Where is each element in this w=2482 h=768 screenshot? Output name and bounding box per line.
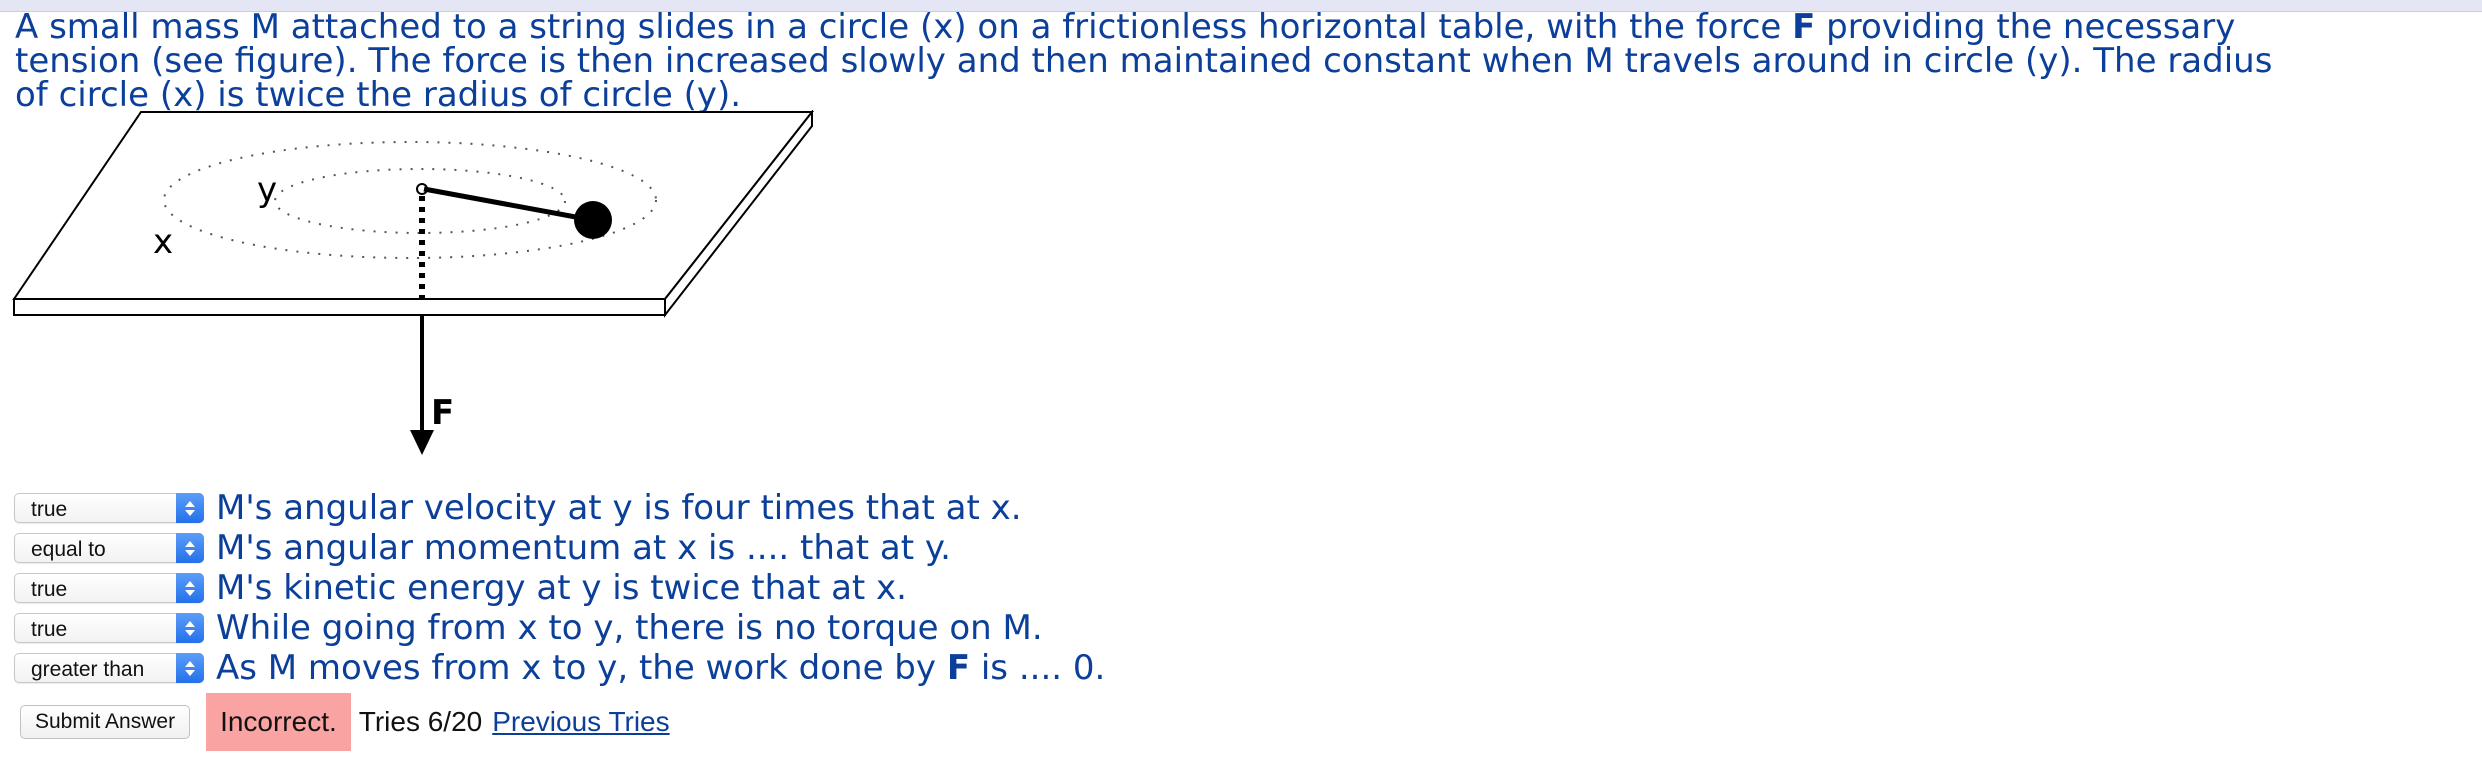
statement-row: greater than As M moves from x to y, the… xyxy=(14,648,1105,688)
answer-select-value: greater than xyxy=(31,658,145,681)
result-badge: Incorrect. xyxy=(206,693,351,751)
answer-select-value: true xyxy=(31,578,68,601)
table-front-edge xyxy=(13,298,666,316)
tries-count: Tries 6/20 xyxy=(358,706,483,737)
answer-actions: Submit Answer Incorrect. Tries 6/20 Prev… xyxy=(20,693,670,751)
answer-select-value: true xyxy=(31,498,68,521)
previous-tries-link[interactable]: Previous Tries xyxy=(492,706,669,738)
select-arrows-icon xyxy=(176,613,204,643)
select-arrows-icon xyxy=(176,653,204,683)
statement-text: M's angular velocity at y is four times … xyxy=(216,488,1022,528)
answer-select-value: equal to xyxy=(31,538,106,561)
statement-force-symbol: F xyxy=(946,648,971,688)
label-x: x xyxy=(153,222,173,262)
statement-row: true M's kinetic energy at y is twice th… xyxy=(14,568,1105,608)
statement-text: As M moves from x to y, the work done by… xyxy=(216,648,1105,688)
statement-row: equal to M's angular momentum at x is ..… xyxy=(14,528,1105,568)
label-force: F xyxy=(431,393,454,433)
question-text: A small mass M attached to a string slid… xyxy=(15,10,2465,112)
force-arrow-head xyxy=(410,430,434,455)
statement-text: M's angular momentum at x is .... that a… xyxy=(216,528,951,568)
answer-select-value: true xyxy=(31,618,68,641)
submit-answer-button[interactable]: Submit Answer xyxy=(20,705,191,739)
answer-select-4[interactable]: true xyxy=(14,613,204,643)
answer-select-5[interactable]: greater than xyxy=(14,653,204,683)
select-arrows-icon xyxy=(176,533,204,563)
statement-text: While going from x to y, there is no tor… xyxy=(216,608,1043,648)
statement-text-before: As M moves from x to y, the work done by xyxy=(216,648,947,688)
select-arrows-icon xyxy=(176,573,204,603)
mass-m xyxy=(574,201,612,239)
select-arrows-icon xyxy=(176,493,204,523)
physics-figure: x y F xyxy=(12,110,815,455)
statement-row: true M's angular velocity at y is four t… xyxy=(14,488,1105,528)
answer-select-1[interactable]: true xyxy=(14,493,204,523)
answer-select-3[interactable]: true xyxy=(14,573,204,603)
answer-select-2[interactable]: equal to xyxy=(14,533,204,563)
label-y: y xyxy=(257,170,277,210)
statement-text: M's kinetic energy at y is twice that at… xyxy=(216,568,907,608)
statement-list: true M's angular velocity at y is four t… xyxy=(14,488,1105,688)
statement-row: true While going from x to y, there is n… xyxy=(14,608,1105,648)
statement-text-after: is .... 0. xyxy=(970,648,1106,688)
